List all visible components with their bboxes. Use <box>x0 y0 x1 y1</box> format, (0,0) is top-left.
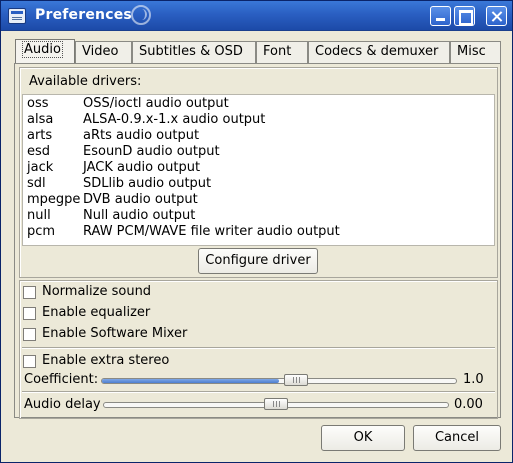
driver-description: RAW PCM/WAVE file writer audio output <box>83 224 340 239</box>
app-logo-icon <box>131 5 151 25</box>
driver-name: esd <box>27 144 51 159</box>
title-bar[interactable]: Preferences <box>1 1 512 31</box>
close-button[interactable] <box>486 6 507 26</box>
driver-name: null <box>27 208 51 223</box>
driver-description: DVB audio output <box>83 192 198 207</box>
enable-software-mixer-checkbox[interactable] <box>23 328 36 341</box>
coefficient-value: 1.0 <box>463 372 484 387</box>
tab-audio-label: Audio <box>22 41 63 58</box>
tab-misc-label: Misc <box>457 44 486 59</box>
driver-description: SDLlib audio output <box>83 176 212 191</box>
window-menu-icon[interactable] <box>8 8 26 24</box>
configure-driver-button[interactable]: Configure driver <box>198 248 318 274</box>
maximize-button[interactable] <box>454 6 475 26</box>
driver-name: mpegpe <box>27 192 81 207</box>
driver-name: jack <box>27 160 54 175</box>
tab-subtitles-osd[interactable]: Subtitles & OSD <box>132 41 256 63</box>
driver-name: alsa <box>27 112 54 127</box>
coefficient-slider-thumb[interactable] <box>284 374 308 386</box>
drivers-label: Available drivers: <box>29 74 142 89</box>
preferences-window: Preferences Audio Video Subtitles & OSD … <box>0 0 513 463</box>
audio-delay-label: Audio delay <box>24 397 101 412</box>
driver-description: Null audio output <box>83 208 196 223</box>
minimize-button[interactable] <box>430 6 451 26</box>
coefficient-label: Coefficient: <box>24 372 99 387</box>
tab-video-label: Video <box>82 44 119 59</box>
driver-name: oss <box>27 96 49 111</box>
tab-misc[interactable]: Misc <box>450 41 501 63</box>
tab-font[interactable]: Font <box>256 41 308 63</box>
driver-name: pcm <box>27 224 56 239</box>
coefficient-slider-fill <box>102 379 279 383</box>
audio-delay-slider-thumb[interactable] <box>264 398 288 410</box>
driver-description: OSS/ioctl audio output <box>83 96 229 111</box>
driver-description: JACK audio output <box>83 160 201 175</box>
normalize-sound-label: Normalize sound <box>42 284 152 299</box>
driver-description: EsounD audio output <box>83 144 220 159</box>
driver-name: arts <box>27 128 53 143</box>
extra-stereo-checkbox[interactable] <box>23 355 36 368</box>
tab-video[interactable]: Video <box>75 41 132 63</box>
tab-font-label: Font <box>263 44 292 59</box>
tab-codecs-demuxer-label: Codecs & demuxer <box>315 44 439 59</box>
enable-equalizer-checkbox[interactable] <box>23 307 36 320</box>
driver-description: ALSA-0.9.x-1.x audio output <box>83 112 266 127</box>
enable-equalizer-label: Enable equalizer <box>42 305 151 320</box>
tab-subtitles-osd-label: Subtitles & OSD <box>139 44 243 59</box>
divider <box>22 347 495 349</box>
driver-name: sdl <box>27 176 46 191</box>
drivers-list[interactable]: oss OSS/ioctl audio output alsa ALSA-0.9… <box>22 94 495 246</box>
window-title: Preferences <box>35 7 132 23</box>
cancel-button[interactable]: Cancel <box>413 425 501 451</box>
normalize-sound-checkbox[interactable] <box>23 286 36 299</box>
audio-delay-value: 0.00 <box>454 397 483 412</box>
tab-audio[interactable]: Audio <box>15 39 75 64</box>
coefficient-slider[interactable] <box>101 378 457 384</box>
ok-button[interactable]: OK <box>321 425 405 451</box>
driver-description: aRts audio output <box>83 128 200 143</box>
divider <box>22 391 495 393</box>
enable-software-mixer-label: Enable Software Mixer <box>42 326 188 341</box>
tab-codecs-demuxer[interactable]: Codecs & demuxer <box>308 41 450 63</box>
extra-stereo-label: Enable extra stereo <box>42 353 170 368</box>
